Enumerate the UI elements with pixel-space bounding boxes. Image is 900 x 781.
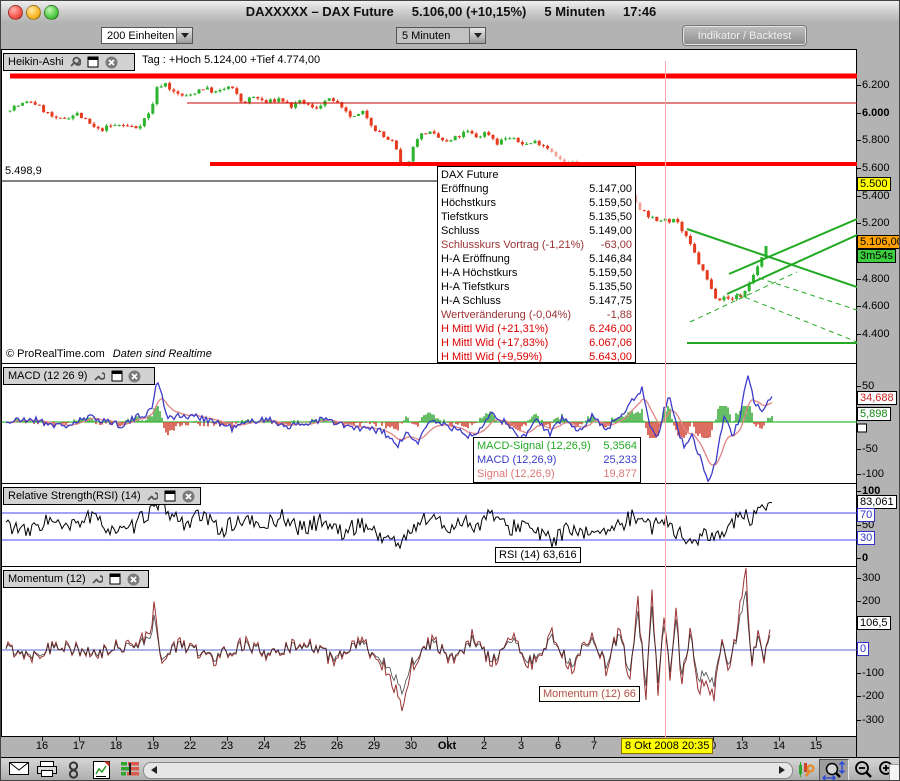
wrench-icon[interactable] [92, 370, 105, 383]
panel-header-macd: MACD (12 26 9) [3, 367, 155, 385]
scroll-right-icon[interactable] [774, 763, 790, 776]
trendline-level-label: 5.498,9 [5, 165, 42, 177]
zoom-selection-tool[interactable] [819, 759, 849, 781]
copyright-text: © ProRealTime.com [6, 348, 105, 360]
price-tooltip: DAX Future Eröffnung5.147,00Höchstkurs5.… [437, 166, 636, 363]
chevron-down-icon[interactable] [176, 28, 192, 43]
panel-title: Relative Strength(RSI) (14) [8, 490, 141, 502]
units-dropdown-value: 200 Einheiten [107, 30, 174, 42]
close-icon[interactable] [182, 490, 195, 503]
panel-header-heikin-ashi: Heikin-Ashi [3, 53, 135, 71]
window-icon[interactable] [109, 573, 122, 586]
main-toolbar: 200 Einheiten 5 Minuten Indikator / Back… [1, 23, 900, 50]
tooltip-row: Wertveränderung (-0,04%)-1,88 [441, 308, 632, 322]
panel-header-momentum: Momentum (12) [3, 570, 149, 588]
wrench-icon[interactable] [146, 490, 159, 503]
main-chart-panel[interactable] [1, 49, 856, 363]
momentum-chart-canvas[interactable] [2, 567, 857, 742]
wrench-icon[interactable] [91, 573, 104, 586]
cursor-date-box: 8 Okt 2008 20:35 [621, 738, 713, 754]
momentum-cursor-label: Momentum (12) 66 [539, 686, 640, 702]
window-icon[interactable] [164, 490, 177, 503]
window-icon[interactable] [87, 56, 100, 69]
timeframe-dropdown-value: 5 Minuten [402, 30, 450, 42]
print-icon[interactable] [37, 761, 57, 781]
tooltip-row: H-A Eröffnung5.146,84 [441, 252, 632, 266]
wrench-icon[interactable] [69, 56, 82, 69]
tooltip-row: H Mittl Wid (+17,83%)6.067,06 [441, 336, 632, 350]
title-price: 5.106,00 (+10,15%) [412, 4, 527, 19]
realtime-note: Daten sind Realtime [113, 348, 212, 360]
close-icon[interactable] [105, 56, 118, 69]
tooltip-row: H-A Schluss5.147,75 [441, 294, 632, 308]
rsi-cursor-label: RSI (14) 63,616 [495, 547, 581, 563]
depth-bars-icon[interactable] [120, 761, 141, 781]
day-high-low-info: Tag : +Hoch 5.124,00 +Tief 4.774,00 [142, 54, 320, 66]
price-chart-canvas[interactable] [2, 50, 857, 369]
copyright-note: © ProRealTime.com Daten sind Realtime [6, 348, 212, 360]
mail-icon[interactable] [9, 761, 29, 781]
cursor-vertical-line [665, 61, 666, 742]
bottom-toolbar [1, 757, 900, 781]
tooltip-row: H Mittl Wid (+21,31%)6.246,00 [441, 322, 632, 336]
window-icon[interactable] [110, 370, 123, 383]
momentum-panel[interactable] [1, 566, 856, 736]
indicator-backtest-button[interactable]: Indikator / Backtest [683, 26, 806, 45]
price-axis-strip [856, 49, 900, 757]
horizontal-scrollbar[interactable] [143, 762, 793, 779]
macd-legend: MACD-Signal (12,26,9)5,3564MACD (12,26,9… [473, 437, 641, 483]
application-window: DAXXXXX – DAX Future 5.106,00 (+10,15%) 5 … [0, 0, 900, 781]
tooltip-row: Höchstkurs5.159,50 [441, 196, 632, 210]
tooltip-row: Tiefstkurs5.135,50 [441, 210, 632, 224]
legend-row: MACD-Signal (12,26,9)5,3564 [477, 439, 637, 453]
panel-header-rsi: Relative Strength(RSI) (14) [3, 487, 201, 505]
tooltip-row: H Mittl Wid (+9,59%)5.643,00 [441, 350, 632, 364]
panel-title: MACD (12 26 9) [8, 370, 87, 382]
legend-row: MACD (12,26,9)25,233 [477, 453, 637, 467]
tooltip-title: DAX Future [441, 168, 632, 182]
title-symbol: DAXXXXX – DAX Future [246, 4, 394, 19]
tooltip-row: Schluss5.149,00 [441, 224, 632, 238]
close-icon[interactable] [128, 370, 141, 383]
window-title: DAXXXXX – DAX Future 5.106,00 (+10,15%) 5 … [1, 1, 900, 23]
clip-icon[interactable] [67, 761, 80, 781]
title-timeframe: 5 Minuten [544, 4, 605, 19]
window-titlebar[interactable]: DAXXXXX – DAX Future 5.106,00 (+10,15%) 5 … [1, 1, 900, 24]
tooltip-row: Eröffnung5.147,00 [441, 182, 632, 196]
panel-title: Heikin-Ashi [8, 56, 64, 68]
tooltip-row: Schlusskurs Vortrag (-1,21%)-63,00 [441, 238, 632, 252]
resize-grip[interactable] [889, 764, 900, 781]
report-icon[interactable] [93, 761, 110, 781]
chevron-down-icon[interactable] [469, 28, 485, 43]
scroll-left-icon[interactable] [146, 763, 162, 776]
title-time: 17:46 [623, 4, 656, 19]
legend-row: Signal (12,26,9)19,877 [477, 467, 637, 481]
tooltip-row: H-A Höchstkurs5.159,50 [441, 266, 632, 280]
zoom-out-icon[interactable] [853, 760, 874, 781]
close-icon[interactable] [127, 573, 140, 586]
units-dropdown[interactable]: 200 Einheiten [101, 27, 193, 44]
timeframe-dropdown[interactable]: 5 Minuten [396, 27, 486, 44]
chart-tools-icon[interactable] [797, 760, 816, 781]
panel-title: Momentum (12) [8, 573, 86, 585]
tooltip-row: H-A Tiefstkurs5.135,50 [441, 280, 632, 294]
